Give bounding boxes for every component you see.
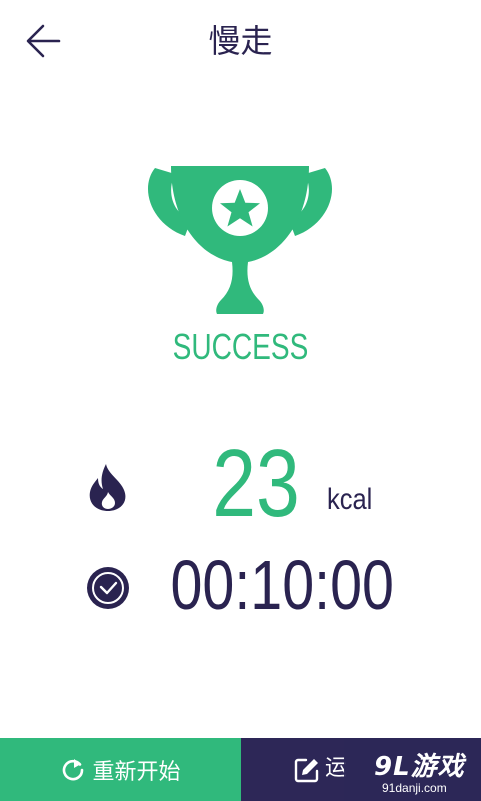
header: 慢走 [0, 0, 481, 82]
success-label: SUCCESS [172, 326, 309, 367]
restart-label: 重新开始 [92, 759, 181, 785]
calorie-value: 23 [212, 430, 300, 537]
watermark-logo: 9L游戏 [374, 752, 465, 782]
restart-button[interactable]: 重新开始 [0, 738, 241, 801]
trophy-icon [147, 166, 333, 314]
page-title: 慢走 [208, 22, 273, 60]
watermark: 9L游戏 91danji.com [344, 738, 481, 801]
refresh-icon [63, 758, 84, 780]
clock-check-icon [87, 567, 129, 609]
duration-value: 00:10:00 [170, 546, 394, 624]
flame-icon [89, 464, 126, 511]
edit-icon [294, 758, 319, 783]
calorie-unit: kcal [327, 483, 373, 516]
watermark-url: 91danji.com [382, 781, 447, 795]
